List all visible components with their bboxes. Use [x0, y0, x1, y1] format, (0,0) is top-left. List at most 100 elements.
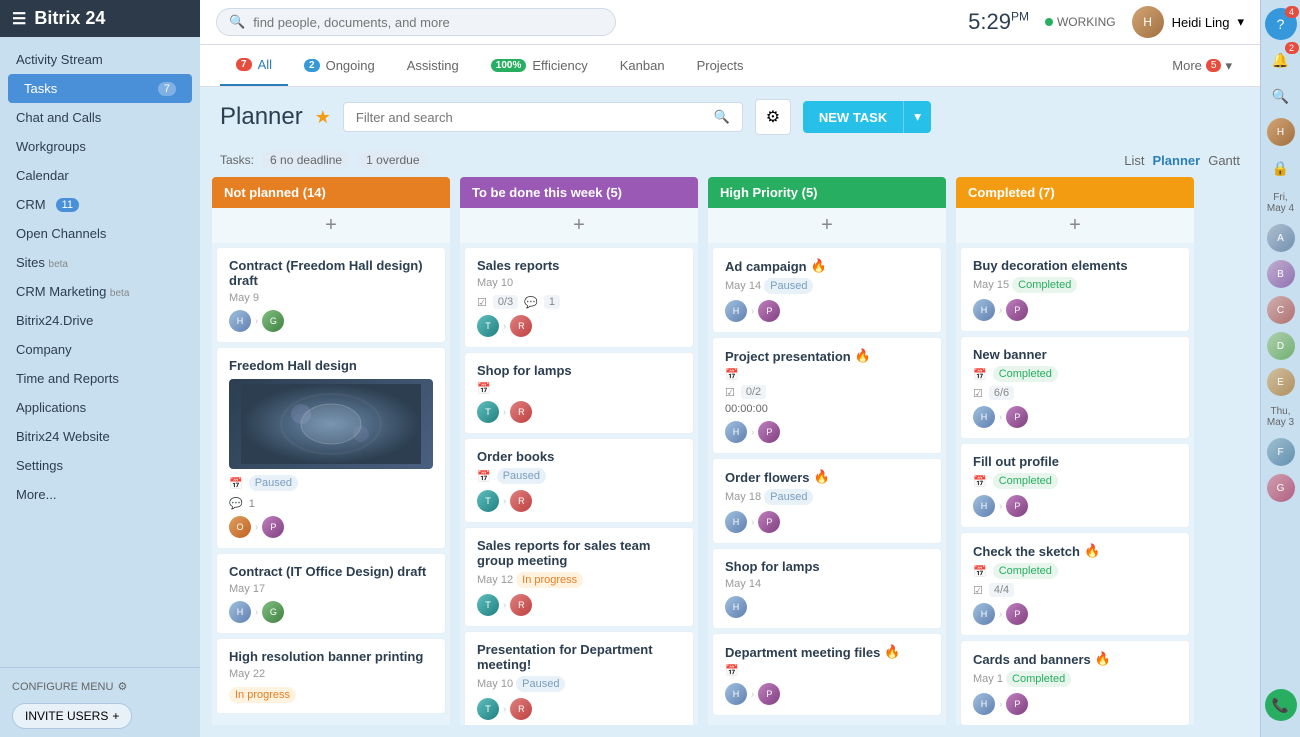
card-shop-lamps-hp[interactable]: Shop for lamps May 14 H [712, 548, 942, 629]
card-shop-for-lamps[interactable]: Shop for lamps 📅 T › R [464, 352, 694, 434]
sidebar-item-sites[interactable]: Sites beta [0, 248, 200, 277]
column-not-planned: Not planned (14) + Contract (Freedom Hal… [212, 177, 450, 725]
sidebar-item-chat[interactable]: Chat and Calls [0, 103, 200, 132]
phone-button[interactable]: 📞 [1265, 689, 1297, 721]
view-planner[interactable]: Planner [1153, 153, 1201, 168]
lock-icon[interactable]: 🔒 [1265, 152, 1297, 184]
sidebar-item-calendar[interactable]: Calendar [0, 161, 200, 190]
add-card-not-planned[interactable]: + [212, 208, 450, 243]
avatar: R [510, 490, 532, 512]
sidebar-item-workgroups[interactable]: Workgroups [0, 132, 200, 161]
card-high-res-banner[interactable]: High resolution banner printing May 22 I… [216, 638, 446, 714]
arrow-icon: › [503, 704, 506, 715]
sidebar-item-company[interactable]: Company [0, 335, 200, 364]
tab-efficiency[interactable]: 100% Efficiency [475, 46, 604, 85]
bell-icon[interactable]: 🔔 2 [1265, 44, 1297, 76]
card-contract-freedom[interactable]: Contract (Freedom Hall design) draft May… [216, 247, 446, 343]
check-icon: ☑ [973, 387, 983, 400]
working-dot [1045, 18, 1053, 26]
sidebar-item-crm-marketing[interactable]: CRM Marketing beta [0, 277, 200, 306]
new-task-button[interactable]: NEW TASK [803, 101, 903, 133]
card-freedom-hall-design[interactable]: Freedom Hall design 📅 Paused 💬 1 [216, 347, 446, 549]
status-badge: Paused [764, 489, 813, 505]
tab-all[interactable]: 7 All [220, 45, 288, 86]
avatar: T [477, 594, 499, 616]
sidebar-item-drive[interactable]: Bitrix24.Drive [0, 306, 200, 335]
sidebar-item-more[interactable]: More... [0, 480, 200, 509]
add-card-high-priority[interactable]: + [708, 208, 946, 243]
card-fill-profile[interactable]: Fill out profile 📅 Completed H › P [960, 443, 1190, 528]
col-header-high-priority: High Priority (5) [708, 177, 946, 208]
calendar-icon: 📅 [477, 382, 491, 395]
sidebar-item-applications[interactable]: Applications [0, 393, 200, 422]
card-sales-reports-meeting[interactable]: Sales reports for sales team group meeti… [464, 527, 694, 627]
search-box[interactable]: 🔍 [216, 8, 616, 36]
add-card-to-be-done[interactable]: + [460, 208, 698, 243]
settings-button[interactable]: ⚙ [755, 99, 791, 135]
user-avatar: H [1267, 118, 1295, 146]
card-project-presentation[interactable]: Project presentation 🔥 📅 ☑ 0/2 00:00:00 … [712, 337, 942, 454]
card-buy-decoration[interactable]: Buy decoration elements May 15 Completed… [960, 247, 1190, 332]
arrow-icon: › [255, 522, 258, 533]
card-avatars: H › P [973, 603, 1177, 625]
sidebar-item-settings[interactable]: Settings [0, 451, 200, 480]
plus-icon: + [112, 709, 119, 723]
card-sales-reports[interactable]: Sales reports May 10 ☑ 0/3 💬 1 T › R [464, 247, 694, 348]
tab-label: Ongoing [326, 58, 375, 73]
card-cards-banners[interactable]: Cards and banners 🔥 May 1 Completed H › … [960, 640, 1190, 725]
tab-kanban[interactable]: Kanban [604, 46, 681, 85]
card-dept-meeting-files[interactable]: Department meeting files 🔥 📅 H › P [712, 633, 942, 716]
sidebar-item-crm[interactable]: CRM 11 [0, 190, 200, 219]
tab-projects[interactable]: Projects [681, 46, 760, 85]
card-ad-campaign[interactable]: Ad campaign 🔥 May 14 Paused H › P [712, 247, 942, 333]
invite-users-button[interactable]: INVITE USERS + [12, 703, 132, 729]
contact-avatar-6[interactable]: F [1267, 438, 1295, 466]
col-header-not-planned: Not planned (14) [212, 177, 450, 208]
sidebar-item-website[interactable]: Bitrix24 Website [0, 422, 200, 451]
add-card-completed[interactable]: + [956, 208, 1194, 243]
contact-avatar-2[interactable]: B [1267, 260, 1295, 288]
card-order-books[interactable]: Order books 📅 Paused T › R [464, 438, 694, 523]
contact-avatar-4[interactable]: D [1267, 332, 1295, 360]
avatar: R [510, 698, 532, 720]
card-contract-it-office[interactable]: Contract (IT Office Design) draft May 17… [216, 553, 446, 634]
sidebar-item-tasks[interactable]: Tasks 7 [8, 74, 192, 103]
user-info[interactable]: H Heidi Ling ▾ [1132, 6, 1244, 38]
tab-assisting[interactable]: Assisting [391, 46, 475, 85]
check-icon: ☑ [973, 584, 983, 597]
sidebar-item-open-channels[interactable]: Open Channels [0, 219, 200, 248]
new-task-dropdown-button[interactable]: ▾ [903, 101, 931, 133]
avatar: H [973, 299, 995, 321]
view-gantt[interactable]: Gantt [1208, 153, 1240, 168]
status-badge: Completed [993, 563, 1058, 579]
filter-input[interactable] [356, 110, 706, 125]
contact-avatar-5[interactable]: E [1267, 368, 1295, 396]
filter-search[interactable]: 🔍 [343, 102, 743, 132]
card-presentation-dept[interactable]: Presentation for Department meeting! May… [464, 631, 694, 725]
search-input[interactable] [253, 15, 603, 30]
tab-ongoing[interactable]: 2 Ongoing [288, 46, 391, 85]
search-icon[interactable]: 🔍 [1265, 80, 1297, 112]
menu-icon[interactable]: ☰ [12, 9, 26, 29]
time-display: 5:29PM [968, 9, 1029, 35]
card-check-sketch[interactable]: Check the sketch 🔥 📅 Completed ☑ 4/4 H › [960, 532, 1190, 636]
calendar-icon: 📅 [973, 475, 987, 488]
contact-avatar-1[interactable]: A [1267, 224, 1295, 252]
contact-avatar-7[interactable]: G [1267, 474, 1295, 502]
card-order-flowers[interactable]: Order flowers 🔥 May 18 Paused H › P [712, 458, 942, 544]
card-date: May 15 Completed [973, 277, 1177, 293]
configure-menu[interactable]: CONFIGURE MENU ⚙ [12, 676, 188, 697]
sidebar-header: ☰ Bitrix 24 [0, 0, 200, 37]
contact-avatar-3[interactable]: C [1267, 296, 1295, 324]
view-list[interactable]: List [1124, 153, 1144, 168]
user-icon[interactable]: H [1265, 116, 1297, 148]
card-avatars: O › P [229, 516, 433, 538]
arrow-icon: › [999, 501, 1002, 512]
question-icon[interactable]: ? 4 [1265, 8, 1297, 40]
card-avatars: H › P [725, 683, 929, 705]
sidebar-item-time-reports[interactable]: Time and Reports [0, 364, 200, 393]
sidebar-item-activity[interactable]: Activity Stream [0, 45, 200, 74]
card-new-banner[interactable]: New banner 📅 Completed ☑ 6/6 H › P [960, 336, 1190, 439]
star-icon[interactable]: ★ [315, 107, 331, 128]
tab-more[interactable]: More 5 ▾ [1164, 46, 1240, 86]
